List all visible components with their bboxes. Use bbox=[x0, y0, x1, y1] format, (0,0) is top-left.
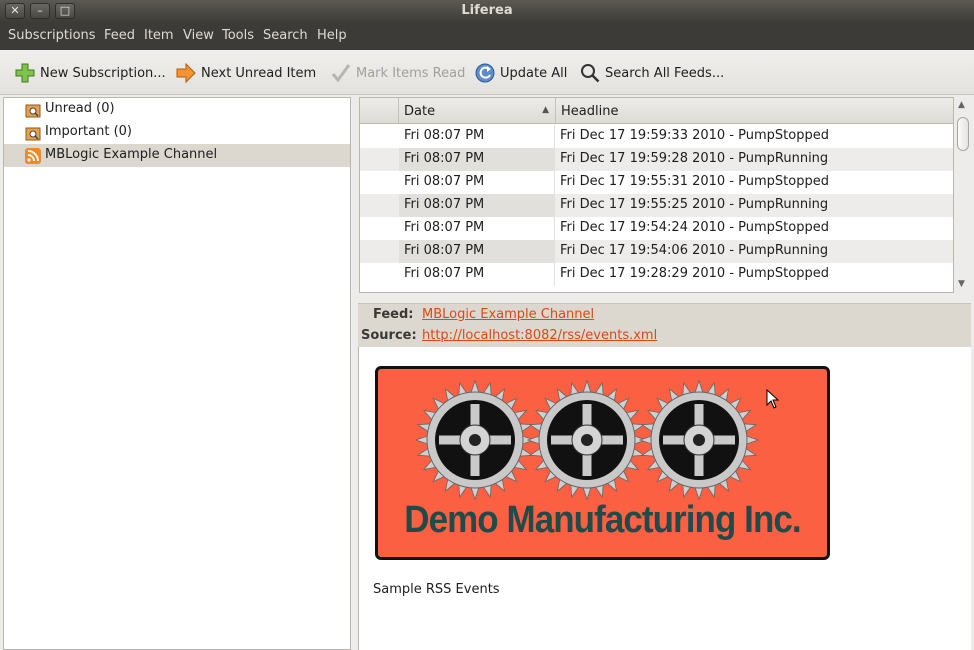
row-flag-cell bbox=[360, 125, 399, 148]
menu-feed[interactable]: Feed bbox=[104, 28, 135, 43]
feed-link[interactable]: MBLogic Example Channel bbox=[422, 307, 594, 322]
column-header-headline-label: Headline bbox=[561, 104, 619, 119]
window-title: Liferea bbox=[461, 3, 513, 18]
table-row[interactable]: Fri 08:07 PM Fri Dec 17 19:55:31 2010 - … bbox=[360, 171, 953, 194]
feed-item-mblogic[interactable]: MBLogic Example Channel bbox=[4, 144, 350, 167]
feed-item-important[interactable]: Important (0) bbox=[4, 121, 350, 144]
scrollbar-thumb[interactable] bbox=[957, 117, 969, 151]
feed-list: Unread (0) Important (0) MBLogic Example… bbox=[3, 97, 351, 650]
plus-icon bbox=[15, 63, 35, 83]
update-all-button[interactable]: Update All bbox=[474, 61, 567, 85]
row-flag-cell bbox=[360, 240, 399, 263]
row-headline: Fri Dec 17 19:55:31 2010 - PumpStopped bbox=[560, 174, 829, 189]
scroll-up-icon[interactable]: ▲ bbox=[958, 100, 965, 110]
menu-search[interactable]: Search bbox=[263, 28, 308, 43]
gear-icon bbox=[638, 379, 760, 501]
column-header-flag[interactable] bbox=[360, 98, 399, 124]
pane-splitter[interactable] bbox=[351, 97, 357, 650]
item-list: Date ▲ Headline Fri 08:07 PM Fri Dec 17 … bbox=[359, 97, 954, 293]
menu-item[interactable]: Item bbox=[144, 28, 174, 43]
search-all-label: Search All Feeds... bbox=[605, 65, 725, 81]
sort-ascending-icon: ▲ bbox=[542, 105, 549, 115]
search-folder-icon bbox=[25, 104, 41, 118]
row-flag-cell bbox=[360, 171, 399, 194]
table-row[interactable]: Fri 08:07 PM Fri Dec 17 19:54:06 2010 - … bbox=[360, 240, 953, 263]
banner-company-name: Demo Manufacturing Inc. bbox=[404, 499, 801, 541]
row-flag-cell bbox=[360, 148, 399, 171]
feed-item-label: Important (0) bbox=[45, 124, 132, 139]
row-headline: Fri Dec 17 19:55:25 2010 - PumpRunning bbox=[560, 197, 829, 212]
scroll-down-icon[interactable]: ▼ bbox=[958, 279, 965, 289]
toolbar: New Subscription... Next Unread Item Mar… bbox=[0, 50, 974, 95]
row-date: Fri 08:07 PM bbox=[399, 263, 555, 286]
item-content: Demo Manufacturing Inc. Sample RSS Event… bbox=[358, 347, 971, 650]
arrow-right-icon bbox=[176, 62, 196, 84]
gear-icon bbox=[526, 379, 648, 501]
source-label: Source: bbox=[361, 328, 417, 343]
update-all-label: Update All bbox=[500, 65, 568, 81]
item-list-header: Date ▲ Headline bbox=[360, 98, 953, 124]
source-link[interactable]: http://localhost:8082/rss/events.xml bbox=[422, 328, 657, 343]
checkmark-icon bbox=[331, 64, 351, 83]
menu-tools[interactable]: Tools bbox=[222, 28, 254, 43]
column-header-date-label: Date bbox=[404, 104, 436, 119]
row-headline: Fri Dec 17 19:54:06 2010 - PumpRunning bbox=[560, 243, 829, 258]
row-headline: Fri Dec 17 19:28:29 2010 - PumpStopped bbox=[560, 266, 829, 281]
row-date: Fri 08:07 PM bbox=[399, 217, 555, 240]
new-subscription-button[interactable]: New Subscription... bbox=[14, 61, 166, 85]
table-row[interactable]: Fri 08:07 PM Fri Dec 17 19:59:28 2010 - … bbox=[360, 148, 953, 171]
row-date: Fri 08:07 PM bbox=[399, 194, 555, 217]
row-date: Fri 08:07 PM bbox=[399, 171, 555, 194]
table-row[interactable]: Fri 08:07 PM Fri Dec 17 19:59:33 2010 - … bbox=[360, 125, 953, 148]
item-info-bar: Feed: MBLogic Example Channel Source: ht… bbox=[358, 303, 971, 347]
menu-help[interactable]: Help bbox=[317, 28, 347, 43]
row-date: Fri 08:07 PM bbox=[399, 148, 555, 171]
mouse-pointer-icon bbox=[766, 389, 780, 409]
next-unread-label: Next Unread Item bbox=[201, 65, 317, 81]
new-subscription-label: New Subscription... bbox=[40, 65, 166, 81]
row-headline: Fri Dec 17 19:59:28 2010 - PumpRunning bbox=[560, 151, 829, 166]
refresh-icon bbox=[475, 63, 495, 83]
table-row[interactable]: Fri 08:07 PM Fri Dec 17 19:28:29 2010 - … bbox=[360, 263, 953, 286]
column-header-date[interactable]: Date ▲ bbox=[399, 98, 556, 124]
feed-item-label: Unread (0) bbox=[45, 101, 115, 116]
mark-read-label: Mark Items Read bbox=[356, 65, 466, 81]
item-list-scrollbar[interactable]: ▲ ▼ bbox=[955, 97, 971, 293]
title-bar: ✕ – □ Liferea bbox=[0, 0, 974, 22]
menu-view[interactable]: View bbox=[183, 28, 214, 43]
feed-label: Feed: bbox=[373, 307, 414, 322]
row-flag-cell bbox=[360, 263, 399, 286]
search-all-button[interactable]: Search All Feeds... bbox=[579, 61, 724, 85]
row-headline: Fri Dec 17 19:59:33 2010 - PumpStopped bbox=[560, 128, 829, 143]
column-header-headline[interactable]: Headline bbox=[556, 98, 953, 124]
item-description: Sample RSS Events bbox=[373, 582, 500, 597]
row-headline: Fri Dec 17 19:54:24 2010 - PumpStopped bbox=[560, 220, 829, 235]
menu-bar: Subscriptions Feed Item View Tools Searc… bbox=[0, 22, 974, 50]
feed-item-unread[interactable]: Unread (0) bbox=[4, 98, 350, 121]
company-banner-image: Demo Manufacturing Inc. bbox=[375, 366, 830, 560]
mark-read-button[interactable]: Mark Items Read bbox=[330, 61, 465, 85]
search-folder-icon bbox=[25, 127, 41, 141]
table-row[interactable]: Fri 08:07 PM Fri Dec 17 19:54:24 2010 - … bbox=[360, 217, 953, 240]
row-flag-cell bbox=[360, 217, 399, 240]
next-unread-button[interactable]: Next Unread Item bbox=[175, 61, 316, 85]
table-row[interactable]: Fri 08:07 PM Fri Dec 17 19:55:25 2010 - … bbox=[360, 194, 953, 217]
row-date: Fri 08:07 PM bbox=[399, 125, 555, 148]
row-date: Fri 08:07 PM bbox=[399, 240, 555, 263]
gear-icon bbox=[414, 379, 536, 501]
menu-subscriptions[interactable]: Subscriptions bbox=[8, 28, 96, 43]
row-flag-cell bbox=[360, 194, 399, 217]
search-icon bbox=[581, 64, 600, 83]
feed-item-label: MBLogic Example Channel bbox=[45, 147, 218, 162]
rss-feed-icon bbox=[25, 148, 41, 164]
